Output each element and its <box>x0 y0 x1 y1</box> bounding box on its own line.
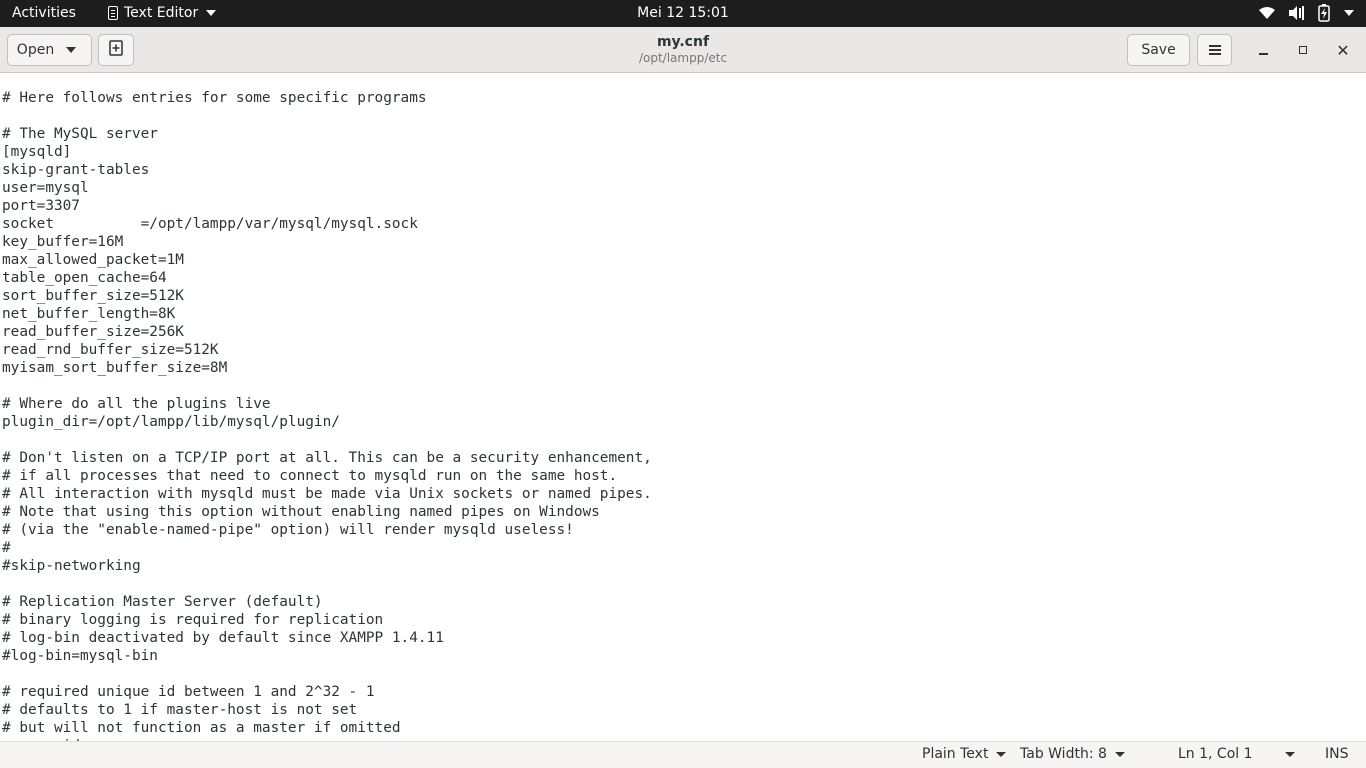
chevron-down-icon <box>206 10 217 16</box>
text-editor-area[interactable]: # Here follows entries for some specific… <box>0 74 1366 741</box>
tab-width-selector[interactable]: Tab Width: 8 <box>1020 746 1125 762</box>
app-menu[interactable]: Text Editor <box>108 5 217 21</box>
status-bar: Plain Text Tab Width: 8 Ln 1, Col 1 INS <box>0 741 1366 768</box>
code-line: # The MySQL server <box>2 126 158 142</box>
code-line: sort_buffer_size=512K <box>2 288 184 304</box>
top-bar: Activities Text Editor Mei 12 15:01 <box>0 0 1366 27</box>
insert-mode-label: INS <box>1325 746 1349 762</box>
save-button[interactable]: Save <box>1127 34 1190 66</box>
language-label: Plain Text <box>922 746 989 762</box>
chevron-down-icon <box>996 751 1007 757</box>
maximize-icon <box>1299 46 1307 54</box>
code-line: # if all processes that need to connect … <box>2 468 618 484</box>
code-line: # Where do all the plugins live <box>2 396 271 412</box>
code-line: # Here follows entries for some specific… <box>2 90 427 106</box>
code-line: read_rnd_buffer_size=512K <box>2 342 219 358</box>
open-button[interactable]: Open <box>7 34 92 66</box>
cursor-position-label: Ln 1, Col 1 <box>1178 746 1253 762</box>
code-line: # required unique id between 1 and 2^32 … <box>2 684 375 700</box>
language-selector[interactable]: Plain Text <box>922 746 1007 762</box>
insert-mode-indicator[interactable]: INS <box>1325 746 1349 762</box>
code-line: [mysqld] <box>2 144 72 160</box>
chevron-down-icon <box>1114 751 1125 757</box>
code-line: user=mysql <box>2 180 89 196</box>
code-line: # binary logging is required for replica… <box>2 612 384 628</box>
volume-icon <box>1288 5 1306 21</box>
tab-width-label: Tab Width: 8 <box>1020 746 1107 762</box>
chevron-down-icon <box>66 47 77 53</box>
code-line: # Don't listen on a TCP/IP port at all. … <box>2 450 652 466</box>
code-line: plugin_dir=/opt/lampp/lib/mysql/plugin/ <box>2 414 340 430</box>
code-line: # All interaction with mysqld must be ma… <box>2 486 652 502</box>
wifi-icon <box>1258 6 1276 20</box>
code-line: skip-grant-tables <box>2 162 150 178</box>
code-line: # (via the "enable-named-pipe" option) w… <box>2 522 574 538</box>
app-name: Text Editor <box>124 5 199 21</box>
text-editor-icon <box>108 6 118 20</box>
save-button-label: Save <box>1141 42 1176 58</box>
code-line: #skip-networking <box>2 558 141 574</box>
minimize-button[interactable] <box>1253 40 1273 60</box>
chevron-down-icon <box>1284 751 1295 757</box>
maximize-button[interactable] <box>1293 40 1313 60</box>
code-line: # defaults to 1 if master-host is not se… <box>2 702 358 718</box>
code-line: #log-bin=mysql-bin <box>2 648 158 664</box>
open-button-label: Open <box>16 42 55 58</box>
hamburger-menu-icon <box>1208 49 1221 51</box>
activities-button[interactable]: Activities <box>12 5 76 21</box>
main-menu-button[interactable] <box>1197 34 1232 66</box>
code-line: port=3307 <box>2 198 80 214</box>
cursor-position-selector[interactable]: Ln 1, Col 1 <box>1178 746 1295 762</box>
system-menu-chevron-icon <box>1344 10 1354 16</box>
code-line: key_buffer=16M <box>2 234 124 250</box>
code-line: myisam_sort_buffer_size=8M <box>2 360 228 376</box>
battery-icon <box>1318 4 1330 22</box>
code-line: table_open_cache=64 <box>2 270 167 286</box>
system-tray[interactable] <box>1258 4 1354 22</box>
code-line: # but will not function as a master if o… <box>2 720 401 736</box>
code-line: # Replication Master Server (default) <box>2 594 323 610</box>
close-button[interactable]: ✕ <box>1333 40 1353 60</box>
code-line: socket =/opt/lampp/var/mysql/mysql.sock <box>2 216 418 232</box>
minimize-icon <box>1258 53 1268 55</box>
code-line: # <box>2 540 11 556</box>
close-icon: ✕ <box>1336 40 1350 60</box>
code-line: # Note that using this option without en… <box>2 504 600 520</box>
code-line: read_buffer_size=256K <box>2 324 184 340</box>
header-bar: Open my.cnf /opt/lampp/etc Save ✕ <box>0 27 1366 73</box>
new-document-button[interactable] <box>98 34 134 66</box>
code-line: net_buffer_length=8K <box>2 306 176 322</box>
code-line: # log-bin deactivated by default since X… <box>2 630 444 646</box>
code-line: max_allowed_packet=1M <box>2 252 184 268</box>
new-document-icon <box>109 40 123 60</box>
